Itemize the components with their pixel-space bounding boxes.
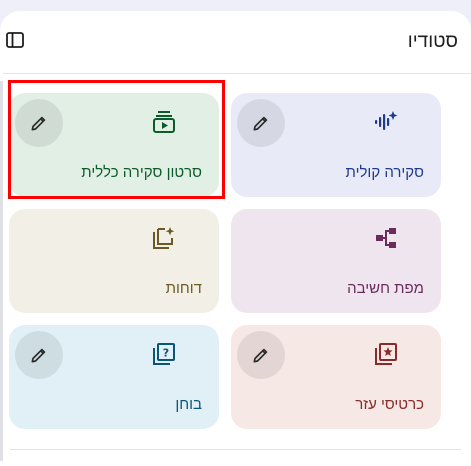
- card-label: דוחות: [165, 280, 202, 297]
- card-label: סקירה קולית: [345, 164, 424, 181]
- collapse-panel-button[interactable]: [4, 29, 26, 51]
- svg-text:?: ?: [163, 347, 169, 360]
- flashcards-icon: [371, 339, 401, 369]
- pencil-icon: [31, 116, 46, 131]
- audio-sparkle-icon: [371, 107, 401, 137]
- header-divider: [3, 73, 471, 74]
- card-label: בוחן: [175, 396, 202, 413]
- edit-flashcards-button[interactable]: [237, 331, 285, 379]
- reports-sparkle-icon: [149, 223, 179, 253]
- card-audio-overview[interactable]: סקירה קולית: [231, 93, 441, 197]
- studio-header: סטודיו: [0, 11, 471, 73]
- pencil-icon: [31, 348, 46, 363]
- studio-title: סטודיו: [407, 31, 458, 52]
- bottom-divider: [10, 449, 461, 450]
- edit-audio-overview-button[interactable]: [237, 99, 285, 147]
- edit-quiz-button[interactable]: [15, 331, 63, 379]
- card-label: סרטון סקירה כללית: [81, 164, 202, 181]
- quiz-icon: ?: [149, 339, 179, 369]
- edit-video-overview-button[interactable]: [15, 99, 63, 147]
- card-label: כרטיסי עזר: [355, 396, 424, 413]
- card-reports[interactable]: דוחות: [9, 209, 219, 313]
- mind-map-icon: [371, 223, 401, 253]
- card-label: מפת חשיבה: [347, 280, 424, 297]
- card-video-overview[interactable]: סרטון סקירה כללית: [9, 93, 219, 197]
- card-quiz[interactable]: ? בוחן: [9, 325, 219, 429]
- card-mind-map[interactable]: מפת חשיבה: [231, 209, 441, 313]
- left-edge-strip: [0, 81, 3, 461]
- studio-panel: סטודיו סקירה קולית סרטון סקירה כללית מפת…: [0, 11, 471, 466]
- card-flashcards[interactable]: כרטיסי עזר: [231, 325, 441, 429]
- video-stack-icon: [149, 107, 179, 137]
- sidebar-toggle-icon: [6, 32, 24, 48]
- pencil-icon: [253, 116, 268, 131]
- pencil-icon: [253, 348, 268, 363]
